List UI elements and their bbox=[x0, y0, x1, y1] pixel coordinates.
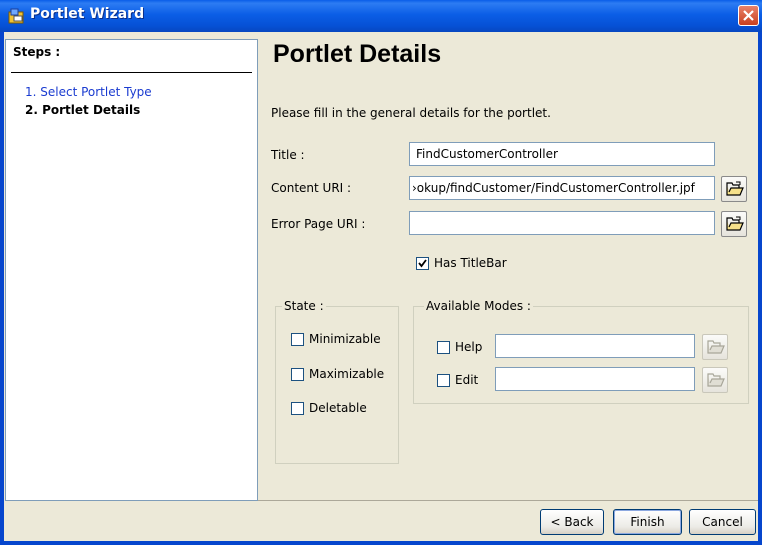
title-label: Title : bbox=[271, 148, 305, 162]
title-field[interactable]: FindCustomerController bbox=[409, 142, 715, 166]
edit-label[interactable]: Edit bbox=[455, 373, 478, 387]
checkmark-icon bbox=[418, 259, 427, 268]
portlet-wizard-window: Portlet Wizard Steps : 1. Select Portlet… bbox=[0, 0, 762, 545]
wizard-icon bbox=[8, 8, 24, 24]
footer-divider bbox=[258, 500, 758, 501]
back-button[interactable]: < Back bbox=[540, 509, 604, 535]
step-select-portlet-type[interactable]: 1. Select Portlet Type bbox=[25, 85, 152, 99]
help-label[interactable]: Help bbox=[455, 340, 482, 354]
help-browse-button[interactable] bbox=[702, 334, 728, 360]
maximizable-label[interactable]: Maximizable bbox=[309, 367, 384, 381]
has-titlebar-label[interactable]: Has TitleBar bbox=[434, 256, 507, 270]
cancel-button[interactable]: Cancel bbox=[689, 509, 756, 535]
error-page-uri-browse-button[interactable] bbox=[721, 211, 747, 237]
minimizable-checkbox[interactable] bbox=[291, 333, 304, 346]
window-frame-right bbox=[758, 32, 762, 545]
page-title: Portlet Details bbox=[273, 40, 442, 68]
available-modes-title: Available Modes : bbox=[424, 299, 533, 313]
open-folder-icon bbox=[707, 340, 725, 354]
close-button[interactable] bbox=[738, 5, 759, 26]
window-frame-bottom bbox=[0, 541, 762, 545]
steps-panel: Steps : 1. Select Portlet Type 2. Portle… bbox=[5, 39, 258, 501]
window-title: Portlet Wizard bbox=[30, 6, 145, 22]
steps-heading: Steps : bbox=[13, 45, 61, 59]
open-folder-icon bbox=[726, 181, 744, 196]
title-bar[interactable]: Portlet Wizard bbox=[0, 0, 762, 32]
content-uri-label: Content URI : bbox=[271, 181, 352, 195]
window-frame-left bbox=[0, 32, 4, 545]
content-uri-browse-button[interactable] bbox=[721, 176, 747, 202]
close-icon bbox=[743, 10, 754, 21]
page-description: Please fill in the general details for t… bbox=[271, 106, 551, 120]
content-uri-field[interactable]: ›okup/findCustomer/FindCustomerControlle… bbox=[409, 176, 715, 200]
open-folder-icon bbox=[726, 216, 744, 231]
help-uri-field[interactable] bbox=[495, 334, 695, 358]
state-group-title: State : bbox=[282, 299, 326, 313]
deletable-checkbox[interactable] bbox=[291, 402, 304, 415]
edit-browse-button[interactable] bbox=[702, 367, 728, 393]
edit-checkbox[interactable] bbox=[437, 374, 450, 387]
edit-uri-field[interactable] bbox=[495, 367, 695, 391]
help-checkbox[interactable] bbox=[437, 341, 450, 354]
finish-button[interactable]: Finish bbox=[613, 509, 682, 535]
state-group bbox=[275, 306, 399, 464]
has-titlebar-checkbox[interactable] bbox=[416, 257, 429, 270]
steps-divider bbox=[11, 72, 252, 73]
error-page-uri-field[interactable] bbox=[409, 211, 715, 235]
error-page-uri-label: Error Page URI : bbox=[271, 217, 366, 231]
step-portlet-details: 2. Portlet Details bbox=[25, 103, 141, 117]
minimizable-label[interactable]: Minimizable bbox=[309, 332, 381, 346]
maximizable-checkbox[interactable] bbox=[291, 368, 304, 381]
deletable-label[interactable]: Deletable bbox=[309, 401, 367, 415]
open-folder-icon bbox=[707, 373, 725, 387]
